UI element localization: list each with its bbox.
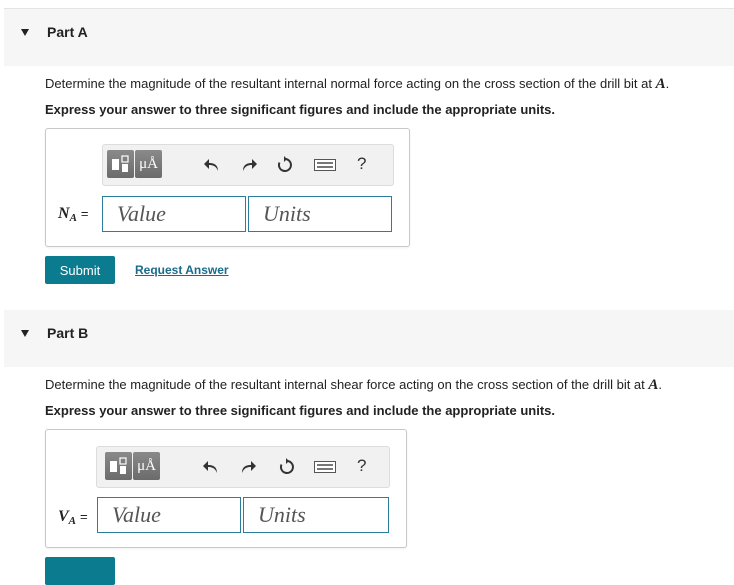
help-button[interactable]: ? [357, 456, 366, 476]
collapse-triangle-icon[interactable] [21, 330, 29, 337]
mu-label: μÅ [137, 457, 156, 474]
units-input[interactable]: Units [243, 497, 389, 533]
help-button[interactable]: ? [357, 154, 366, 174]
point-label: A [655, 76, 666, 92]
undo-icon [204, 159, 218, 171]
part-a-instructions: Express your answer to three significant… [45, 102, 555, 117]
reset-button[interactable] [277, 457, 297, 477]
keyboard-button[interactable] [313, 155, 337, 175]
redo-button[interactable] [239, 155, 259, 175]
template-icon [110, 457, 127, 474]
part-b-instructions: Express your answer to three significant… [45, 403, 555, 418]
part-a-title: Part A [47, 24, 88, 40]
question-text: Determine the magnitude of the resultant… [45, 76, 652, 91]
value-input[interactable]: Value [97, 497, 241, 533]
question-text: Determine the magnitude of the resultant… [45, 377, 645, 392]
part-a-answer-box: μÅ ? NA = Value Units [45, 128, 410, 247]
redo-icon [243, 159, 257, 171]
reset-button[interactable] [275, 155, 295, 175]
units-symbol-button[interactable]: μÅ [135, 150, 162, 178]
variable-label: VA = [58, 508, 88, 527]
equals-sign: = [80, 509, 88, 524]
part-a-question: Determine the magnitude of the resultant… [45, 76, 670, 92]
template-button[interactable] [105, 452, 132, 480]
variable-label: NA = [58, 205, 89, 224]
request-answer-link[interactable]: Request Answer [135, 263, 229, 277]
submit-button[interactable] [45, 557, 115, 585]
keyboard-button[interactable] [313, 457, 337, 477]
variable-subscript: A [68, 515, 77, 527]
mu-label: μÅ [139, 155, 158, 172]
math-toolbar: μÅ ? [96, 446, 390, 488]
undo-button[interactable] [201, 457, 221, 477]
units-input[interactable]: Units [248, 196, 392, 232]
redo-icon [242, 461, 256, 473]
units-symbol-button[interactable]: μÅ [133, 452, 160, 480]
value-input[interactable]: Value [102, 196, 246, 232]
part-b-title: Part B [47, 325, 89, 341]
collapse-triangle-icon[interactable] [21, 29, 29, 36]
undo-button[interactable] [202, 155, 222, 175]
submit-button[interactable]: Submit [45, 256, 115, 284]
undo-icon [203, 461, 217, 473]
redo-button[interactable] [238, 457, 258, 477]
keyboard-icon [314, 159, 336, 171]
template-button[interactable] [107, 150, 134, 178]
part-a-header[interactable]: Part A [4, 9, 734, 66]
math-toolbar: μÅ ? [102, 144, 394, 186]
part-b-header[interactable]: Part B [4, 310, 734, 367]
template-icon [112, 155, 129, 172]
reset-icon [277, 156, 292, 172]
variable-subscript: A [69, 212, 77, 224]
part-b-question: Determine the magnitude of the resultant… [45, 377, 663, 393]
reset-icon [279, 458, 294, 474]
keyboard-icon [314, 461, 336, 473]
part-b-answer-box: μÅ ? VA = Value Units [45, 429, 407, 548]
variable-symbol: V [58, 508, 69, 525]
variable-symbol: N [58, 205, 70, 222]
point-label: A [648, 377, 659, 393]
equals-sign: = [80, 206, 89, 221]
